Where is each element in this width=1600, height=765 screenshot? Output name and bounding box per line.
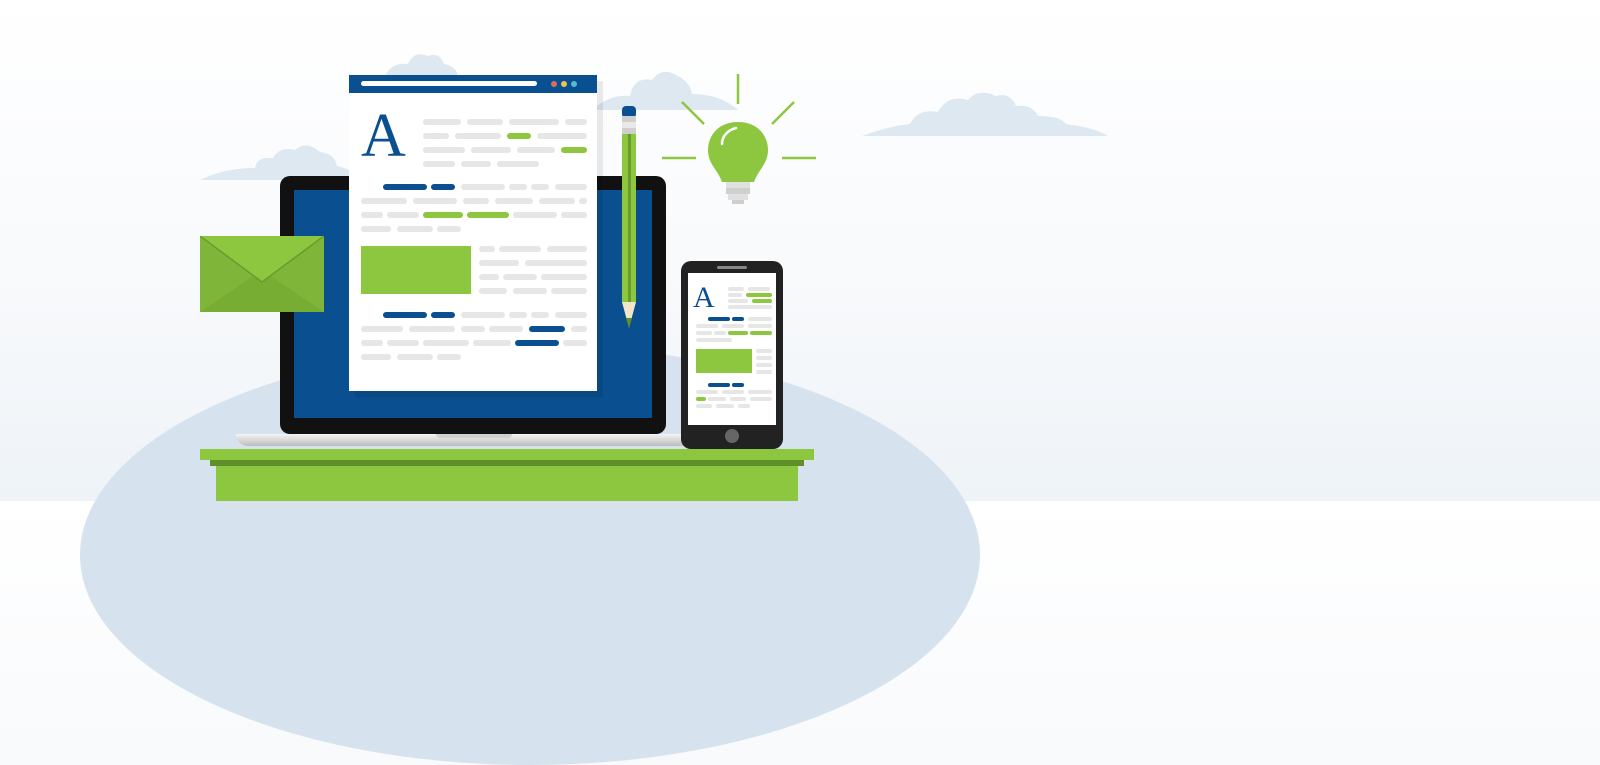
envelope-icon [200, 236, 324, 312]
lightbulb-icon [662, 74, 816, 204]
pencil-icon [622, 106, 636, 328]
phone-logo: A [693, 281, 715, 314]
browser-window-icon: A [349, 75, 597, 391]
document-logo: A [361, 102, 406, 170]
smartphone-icon: A [681, 261, 783, 449]
document-image-placeholder [361, 246, 471, 294]
phone-home-button [725, 429, 739, 443]
phone-image-placeholder [696, 349, 752, 373]
browser-titlebar [349, 75, 597, 93]
desk-icon [200, 449, 814, 501]
phone-screen: A [688, 273, 776, 425]
cloud-icon [385, 54, 458, 76]
cloud-icon [862, 92, 1108, 136]
